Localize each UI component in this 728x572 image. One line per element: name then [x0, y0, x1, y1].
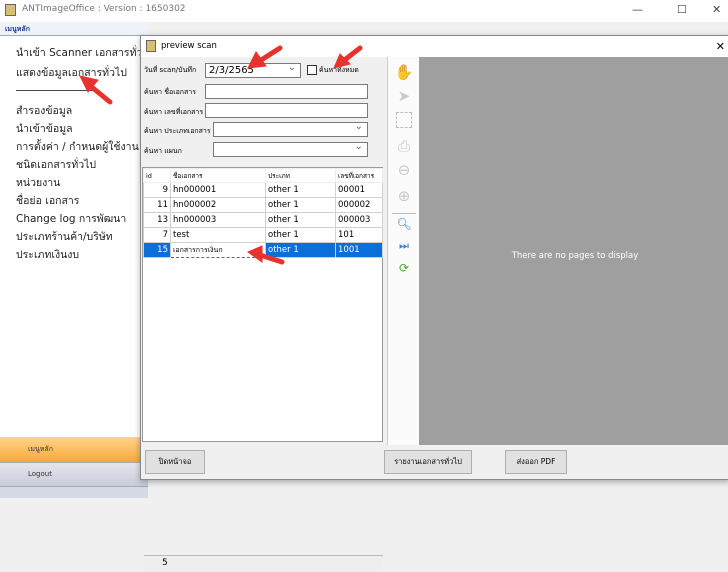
- row-count: 5: [162, 558, 168, 568]
- arrow-row-head: [246, 245, 263, 263]
- grid-footer: 5: [144, 555, 383, 572]
- arrow-row: [257, 252, 285, 265]
- annotation-arrows: [79, 45, 363, 265]
